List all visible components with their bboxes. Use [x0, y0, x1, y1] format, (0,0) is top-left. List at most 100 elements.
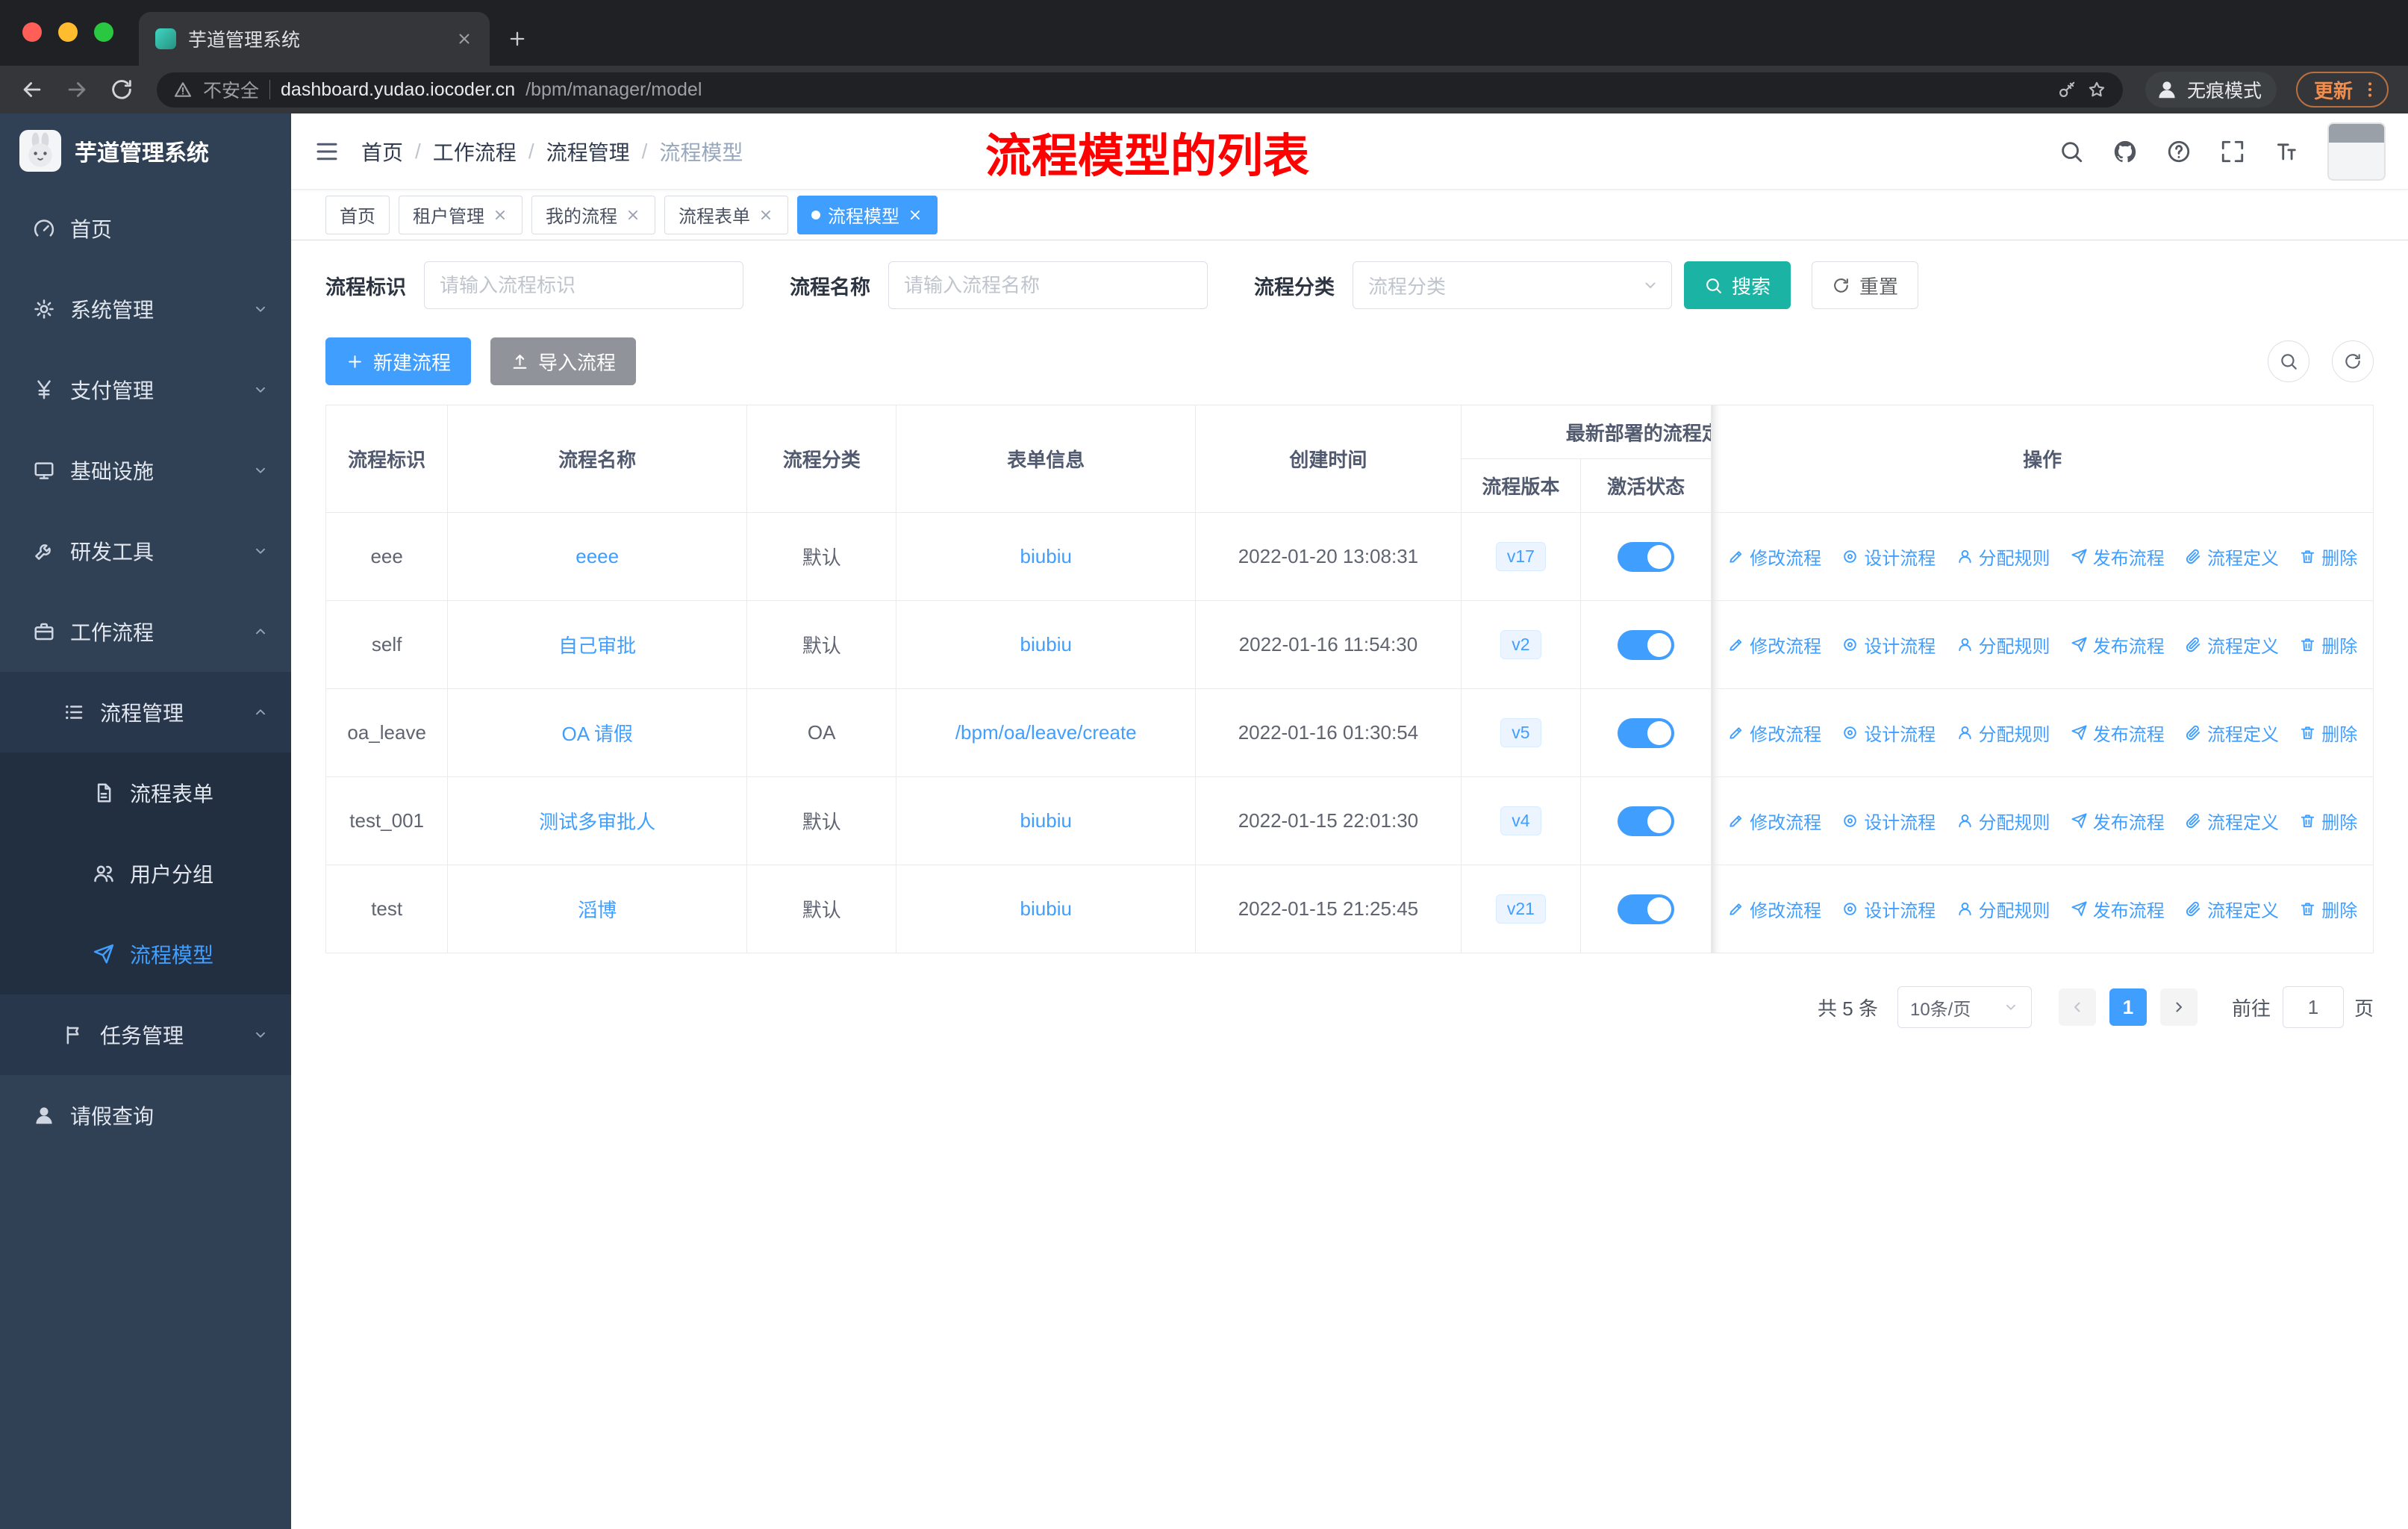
breadcrumb-process-mgmt[interactable]: 流程管理: [546, 137, 630, 166]
menu-dots-icon[interactable]: [2360, 80, 2380, 99]
sidebar-item-process-mgmt[interactable]: 流程管理: [0, 672, 291, 753]
prev-page-button[interactable]: [2058, 988, 2096, 1026]
version-badge[interactable]: v17: [1495, 542, 1546, 571]
action-process-definition[interactable]: 流程定义: [2185, 632, 2279, 658]
sidebar-item-user-group[interactable]: 用户分组: [0, 833, 291, 914]
process-name-link[interactable]: 测试多审批人: [539, 811, 655, 833]
process-name-link[interactable]: OA 请假: [561, 723, 632, 745]
process-category-select[interactable]: 流程分类: [1353, 261, 1672, 309]
action-design-process[interactable]: 设计流程: [1841, 544, 1936, 570]
github-icon[interactable]: [2112, 139, 2138, 164]
active-toggle[interactable]: [1618, 629, 1675, 660]
version-badge[interactable]: v5: [1500, 718, 1541, 747]
font-size-icon[interactable]: [2274, 139, 2299, 164]
tab-close-icon[interactable]: [455, 30, 473, 48]
action-assign-rule[interactable]: 分配规则: [1956, 632, 2050, 658]
not-secure-warning-icon[interactable]: [173, 80, 193, 99]
action-delete[interactable]: 删除: [2299, 808, 2357, 834]
version-badge[interactable]: v21: [1495, 894, 1546, 924]
action-publish-process[interactable]: 发布流程: [2071, 896, 2165, 922]
action-edit-process[interactable]: 修改流程: [1727, 808, 1821, 834]
current-page-button[interactable]: 1: [2109, 988, 2147, 1026]
action-process-definition[interactable]: 流程定义: [2185, 896, 2279, 922]
action-edit-process[interactable]: 修改流程: [1727, 720, 1821, 746]
reset-button[interactable]: 重置: [1812, 261, 1919, 309]
action-edit-process[interactable]: 修改流程: [1727, 544, 1821, 570]
tag-process-model[interactable]: 流程模型: [797, 195, 938, 234]
action-edit-process[interactable]: 修改流程: [1727, 896, 1821, 922]
bookmark-star-icon[interactable]: [2087, 80, 2106, 99]
next-page-button[interactable]: [2159, 988, 2198, 1026]
action-delete[interactable]: 删除: [2299, 544, 2357, 570]
process-name-link[interactable]: 滔博: [578, 899, 617, 921]
action-assign-rule[interactable]: 分配规则: [1956, 720, 2050, 746]
process-name-input[interactable]: [888, 261, 1208, 309]
address-bar[interactable]: 不安全 dashboard.yudao.iocoder.cn/bpm/manag…: [157, 72, 2123, 108]
tag-my-process[interactable]: 我的流程: [531, 195, 655, 234]
new-tab-button[interactable]: [500, 22, 534, 56]
sidebar-item-system-mgmt[interactable]: 系统管理: [0, 269, 291, 349]
action-edit-process[interactable]: 修改流程: [1727, 632, 1821, 658]
tag-process-form[interactable]: 流程表单: [664, 195, 788, 234]
browser-update-button[interactable]: 更新: [2295, 72, 2389, 108]
active-toggle[interactable]: [1618, 806, 1675, 836]
window-minimize-button[interactable]: [58, 22, 78, 42]
hamburger-icon[interactable]: [314, 138, 340, 165]
action-design-process[interactable]: 设计流程: [1841, 896, 1936, 922]
refresh-table-button[interactable]: [2332, 340, 2374, 382]
action-design-process[interactable]: 设计流程: [1841, 808, 1936, 834]
breadcrumb-workflow[interactable]: 工作流程: [433, 137, 517, 166]
breadcrumb-home[interactable]: 首页: [361, 137, 403, 166]
window-close-button[interactable]: [22, 22, 42, 42]
security-label[interactable]: 不安全: [203, 76, 259, 103]
help-icon[interactable]: [2166, 139, 2192, 164]
close-icon[interactable]: [907, 207, 923, 223]
process-name-link[interactable]: 自己审批: [558, 635, 636, 657]
form-info-link[interactable]: biubiu: [1020, 897, 1072, 920]
search-button[interactable]: 搜索: [1684, 261, 1791, 309]
close-icon[interactable]: [625, 207, 641, 223]
tag-home[interactable]: 首页: [325, 195, 390, 234]
process-id-input[interactable]: [424, 261, 743, 309]
action-assign-rule[interactable]: 分配规则: [1956, 808, 2050, 834]
browser-tab[interactable]: 芋道管理系统: [139, 12, 490, 66]
page-size-select[interactable]: 10条/页: [1897, 986, 2032, 1028]
sidebar-logo[interactable]: 芋道管理系统: [0, 113, 291, 188]
action-publish-process[interactable]: 发布流程: [2071, 720, 2165, 746]
tag-tenant-mgmt[interactable]: 租户管理: [399, 195, 523, 234]
process-name-link[interactable]: eeee: [576, 545, 619, 567]
action-process-definition[interactable]: 流程定义: [2185, 808, 2279, 834]
action-delete[interactable]: 删除: [2299, 720, 2357, 746]
sidebar-item-payment-mgmt[interactable]: 支付管理: [0, 349, 291, 430]
close-icon[interactable]: [492, 207, 508, 223]
window-zoom-button[interactable]: [94, 22, 113, 42]
action-assign-rule[interactable]: 分配规则: [1956, 896, 2050, 922]
sidebar-item-process-form[interactable]: 流程表单: [0, 753, 291, 833]
sidebar-item-infrastructure[interactable]: 基础设施: [0, 430, 291, 511]
active-toggle[interactable]: [1618, 541, 1675, 572]
sidebar-item-task-mgmt[interactable]: 任务管理: [0, 994, 291, 1075]
active-toggle[interactable]: [1618, 717, 1675, 748]
forward-icon[interactable]: [64, 77, 90, 102]
sidebar-item-dev-tools[interactable]: 研发工具: [0, 511, 291, 591]
fullscreen-icon[interactable]: [2220, 139, 2245, 164]
action-delete[interactable]: 删除: [2299, 632, 2357, 658]
action-process-definition[interactable]: 流程定义: [2185, 544, 2279, 570]
form-info-link[interactable]: biubiu: [1020, 633, 1072, 655]
sidebar-item-home[interactable]: 首页: [0, 188, 291, 269]
import-process-button[interactable]: 导入流程: [490, 337, 637, 385]
action-process-definition[interactable]: 流程定义: [2185, 720, 2279, 746]
goto-page-input[interactable]: [2282, 986, 2344, 1028]
version-badge[interactable]: v4: [1500, 806, 1541, 835]
create-process-button[interactable]: 新建流程: [325, 337, 472, 385]
action-publish-process[interactable]: 发布流程: [2071, 808, 2165, 834]
form-info-link[interactable]: biubiu: [1020, 545, 1072, 567]
action-publish-process[interactable]: 发布流程: [2071, 632, 2165, 658]
sidebar-item-leave-query[interactable]: 请假查询: [0, 1075, 291, 1156]
toggle-search-button[interactable]: [2268, 340, 2309, 382]
reload-icon[interactable]: [109, 77, 134, 102]
back-icon[interactable]: [19, 77, 45, 102]
active-toggle[interactable]: [1618, 894, 1675, 924]
close-icon[interactable]: [758, 207, 774, 223]
action-assign-rule[interactable]: 分配规则: [1956, 544, 2050, 570]
